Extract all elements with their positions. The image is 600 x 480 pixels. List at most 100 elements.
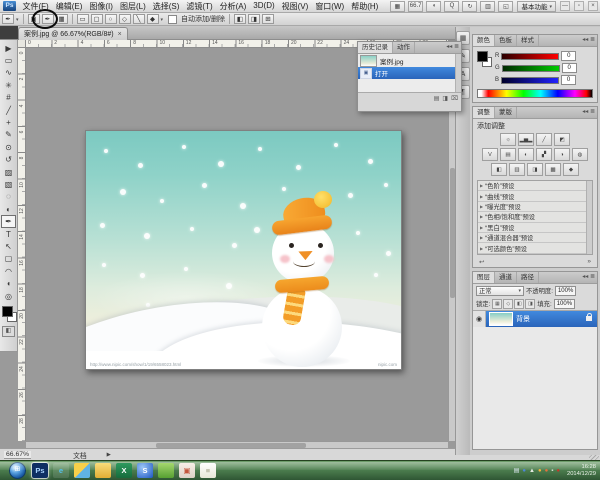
ellipse-button[interactable]: ○	[105, 14, 117, 24]
taskbar-excel[interactable]: X	[116, 463, 132, 478]
lock-position-icon[interactable]: ◧	[514, 299, 524, 309]
expand-arrow-icon[interactable]	[480, 234, 483, 241]
preset-row[interactable]: “曝光度”预设	[478, 202, 589, 212]
blend-mode-select[interactable]: 正常	[476, 286, 524, 296]
eyedropper-tool[interactable]: ╱	[1, 104, 16, 116]
tool-preset-picker[interactable]: ✒	[2, 14, 14, 24]
panel-tab[interactable]: 样式	[517, 35, 539, 46]
menu-item[interactable]: 编辑(E)	[52, 1, 86, 12]
polygon-button[interactable]: ◇	[119, 14, 131, 24]
rounded-rectangle-button[interactable]: ▢	[91, 14, 103, 24]
threshold-icon[interactable]: ◨	[527, 163, 543, 176]
hand-icon[interactable]: ◖	[426, 1, 441, 12]
start-button[interactable]: ⊞	[9, 462, 26, 479]
history-brush-tool[interactable]: ↺	[1, 154, 16, 166]
panel-tab[interactable]: 图层	[473, 272, 495, 283]
zoom-level-field[interactable]: 66.67%	[4, 451, 31, 459]
maximize-button[interactable]: ▫	[574, 1, 584, 11]
horizontal-scrollbar[interactable]	[26, 441, 448, 448]
panel-tab[interactable]: 色板	[495, 35, 517, 46]
path-operations-button[interactable]: ◧	[234, 14, 246, 24]
taskbar-folder[interactable]	[95, 463, 111, 478]
document-tab[interactable]: 案例.jpg @ 66.67%(RGB/8#) ×	[18, 27, 128, 40]
line-button[interactable]: ╲	[133, 14, 145, 24]
tray-icon[interactable]: ●	[538, 468, 542, 474]
quick-mask-button[interactable]: ◧	[2, 326, 15, 337]
type-tool[interactable]: T	[1, 228, 16, 240]
panel-menu-icon[interactable]	[580, 35, 597, 46]
lasso-tool[interactable]: ∿	[1, 67, 16, 79]
visibility-eye-icon[interactable]	[473, 311, 486, 327]
channel-slider[interactable]	[502, 65, 560, 72]
rectangular-marquee-tool[interactable]: ▭	[1, 54, 16, 66]
panel-tab[interactable]: 历史记录	[358, 42, 393, 53]
blur-tool[interactable]: ◌	[1, 191, 16, 203]
history-state-row[interactable]: ▣ 打开	[358, 67, 461, 79]
foreground-color-swatch[interactable]	[477, 51, 488, 62]
dodge-tool[interactable]: ◐	[1, 203, 16, 215]
menu-item[interactable]: 选择(S)	[149, 1, 183, 12]
channel-slider[interactable]	[501, 77, 559, 84]
screen-mode-icon[interactable]: ◱	[498, 1, 513, 12]
panel-tab[interactable]: 颜色	[473, 35, 495, 46]
taskbar-image-viewer[interactable]: ▣	[179, 463, 195, 478]
rotate-view-icon[interactable]: ↻	[462, 1, 477, 12]
quick-selection-tool[interactable]: ✳	[1, 79, 16, 91]
lock-all-icon[interactable]: ◨	[525, 299, 535, 309]
rotate-view-tool[interactable]: ◠	[1, 265, 16, 277]
exposure-icon[interactable]: ◩	[554, 133, 570, 146]
channel-mixer-icon[interactable]: ◍	[572, 148, 588, 161]
eraser-tool[interactable]: ▨	[1, 166, 16, 178]
minimize-button[interactable]: —	[560, 1, 570, 11]
taskbar-clock[interactable]: 16:28 2014/12/29	[567, 464, 596, 477]
panel-menu-icon[interactable]	[444, 42, 461, 53]
selective-color-icon[interactable]: ◆	[563, 163, 579, 176]
menu-item[interactable]: 窗口(W)	[312, 1, 348, 12]
gradient-map-icon[interactable]: ▩	[545, 163, 561, 176]
color-spectrum-bar[interactable]	[477, 89, 593, 98]
tray-icon[interactable]: ▲	[529, 468, 535, 474]
brightness-contrast-icon[interactable]: ☼	[500, 133, 516, 146]
brush-tool[interactable]: ✎	[1, 129, 16, 141]
distribute-button[interactable]: ⊞	[262, 14, 274, 24]
taskbar-notepad[interactable]: ≡	[200, 463, 216, 478]
close-button[interactable]: ×	[588, 1, 598, 11]
new-document-from-state-icon[interactable]: ▤	[434, 95, 440, 102]
foreground-color-swatch[interactable]	[2, 306, 13, 317]
expand-arrow-icon[interactable]	[480, 224, 483, 231]
align-button[interactable]: ◨	[248, 14, 260, 24]
zoom-level[interactable]: 66.7	[408, 1, 424, 12]
taskbar-browser[interactable]: S	[137, 463, 153, 478]
channel-value[interactable]: 0	[562, 63, 577, 73]
panel-menu-icon[interactable]	[580, 272, 597, 283]
expand-arrow-icon[interactable]	[480, 193, 483, 200]
preset-row[interactable]: “曲线”预设	[478, 191, 589, 201]
hue-saturation-icon[interactable]: ▤	[500, 148, 516, 161]
canvas-image[interactable]: http://www.nipic.com/show/1/19/6558023.h…	[85, 130, 402, 370]
scrollbar-thumb[interactable]	[156, 443, 306, 448]
presets-scrollbar[interactable]	[586, 181, 592, 254]
path-selection-tool[interactable]: ↖	[1, 240, 16, 252]
workspace-switcher[interactable]: 基本功能	[517, 1, 556, 12]
fg-bg-swatches[interactable]	[476, 50, 492, 68]
color-balance-icon[interactable]: ◐	[518, 148, 534, 161]
levels-icon[interactable]: ▂▅▂	[518, 133, 534, 146]
panel-menu-icon[interactable]	[580, 107, 597, 118]
preset-row[interactable]: “色相/饱和度”预设	[478, 212, 589, 222]
expand-arrow-icon[interactable]	[480, 245, 483, 252]
delete-state-icon[interactable]: ⌧	[451, 95, 458, 102]
preset-row[interactable]: “黑白”预设	[478, 223, 589, 233]
tray-icon[interactable]: ●	[545, 468, 549, 474]
tray-icon[interactable]: ▪	[551, 468, 553, 474]
tray-icon[interactable]: ▤	[514, 468, 520, 474]
layer-thumbnail[interactable]	[489, 312, 513, 326]
posterize-icon[interactable]: ▥	[509, 163, 525, 176]
photo-filter-icon[interactable]: ◑	[554, 148, 570, 161]
preset-row[interactable]: “可选颜色”预设	[478, 243, 589, 253]
lock-pixels-icon[interactable]: ◇	[503, 299, 513, 309]
channel-value[interactable]: 0	[561, 51, 576, 61]
taskbar-photoshop[interactable]: Ps	[32, 463, 48, 478]
zoom-tool[interactable]: ◎	[1, 290, 16, 302]
clone-stamp-tool[interactable]: ⊙	[1, 141, 16, 153]
menu-item[interactable]: 图像(I)	[86, 1, 117, 12]
